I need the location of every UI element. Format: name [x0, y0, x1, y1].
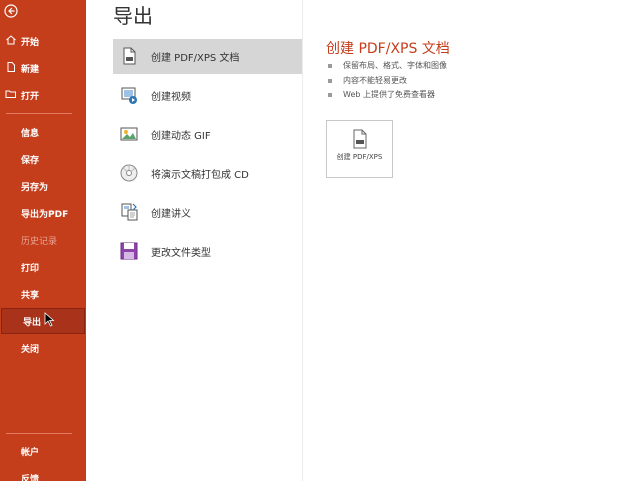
back-arrow-icon: [4, 4, 18, 18]
nav-item-label: 保存: [21, 155, 40, 166]
option-create-handout[interactable]: 创建讲义: [113, 195, 302, 230]
bullet-item: 内容不能轻易更改: [328, 74, 447, 89]
home-icon: [6, 35, 16, 45]
nav-item-open[interactable]: 打开: [0, 82, 86, 108]
pdf-document-icon: [353, 129, 367, 149]
option-label: 将演示文稿打包成 CD: [151, 170, 249, 181]
option-create-gif[interactable]: 创建动态 GIF: [113, 117, 302, 152]
pdf-document-icon: [123, 47, 136, 65]
nav-item-export[interactable]: 导出: [1, 308, 85, 334]
nav-item-export-pdf[interactable]: 导出为PDF: [0, 200, 86, 226]
nav-item-label: 共享: [21, 290, 40, 301]
page-title: 导出: [113, 4, 153, 28]
export-backstage: 开始 新建 打开 信息 保存 另存为 导出为PDF 历史记录 打印 共享 导出 …: [0, 0, 640, 481]
nav-item-label: 开始: [21, 37, 40, 48]
option-package-cd[interactable]: 将演示文稿打包成 CD: [113, 156, 302, 191]
gif-image-icon: [120, 127, 138, 141]
option-create-pdf-xps[interactable]: 创建 PDF/XPS 文档: [113, 39, 302, 74]
nav-item-new[interactable]: 新建: [0, 55, 86, 81]
back-button[interactable]: [2, 2, 20, 20]
option-label: 创建讲义: [151, 209, 191, 220]
bullet-item: Web 上提供了免费查看器: [328, 88, 447, 103]
option-change-file-type[interactable]: 更改文件类型: [113, 234, 302, 269]
nav-item-feedback[interactable]: 反馈: [0, 465, 86, 481]
nav-item-label: 反馈: [21, 474, 40, 481]
nav-item-label: 导出: [23, 317, 42, 328]
nav-item-close[interactable]: 关闭: [0, 335, 86, 361]
option-create-video[interactable]: 创建视频: [113, 78, 302, 113]
detail-bullets: 保留布局、格式、字体和图像 内容不能轻易更改 Web 上提供了免费查看器: [328, 59, 447, 103]
nav-item-label: 帐户: [21, 447, 40, 458]
nav-item-label: 打开: [21, 91, 40, 102]
pane-divider: [302, 0, 303, 481]
nav-item-label: 导出为PDF: [21, 209, 69, 220]
create-pdf-xps-button[interactable]: 创建 PDF/XPS: [326, 120, 393, 178]
nav-item-share[interactable]: 共享: [0, 281, 86, 307]
nav-item-label: 新建: [21, 64, 40, 75]
export-options-list: 创建 PDF/XPS 文档 创建视频 创建动态 GIF 将演示文稿打包成 CD …: [113, 39, 302, 273]
nav-divider: [6, 113, 72, 114]
nav-item-label[interactable]: 打印: [21, 261, 39, 274]
video-icon: [121, 87, 137, 104]
option-label: 创建视频: [151, 92, 191, 103]
cd-disc-icon: [120, 164, 138, 182]
mouse-cursor-icon: [44, 312, 55, 327]
change-type-icon: [120, 242, 138, 260]
nav-item-save[interactable]: 保存: [0, 146, 86, 172]
nav-item-label: 信息: [21, 128, 40, 139]
option-label: 更改文件类型: [151, 248, 211, 259]
nav-divider: [6, 433, 72, 434]
handout-icon: [121, 203, 138, 221]
nav-item-label: 历史记录: [21, 236, 58, 247]
detail-title: 创建 PDF/XPS 文档: [326, 41, 450, 57]
new-file-icon: [7, 62, 15, 72]
nav-item-account[interactable]: 帐户: [0, 438, 86, 464]
nav-item-label: 关闭: [21, 344, 40, 355]
option-label: 创建 PDF/XPS 文档: [151, 53, 240, 64]
nav-item-home[interactable]: 开始: [0, 28, 86, 54]
nav-item-history: 历史记录: [0, 227, 86, 253]
option-label: 创建动态 GIF: [151, 131, 211, 142]
bullet-item: 保留布局、格式、字体和图像: [328, 59, 447, 74]
create-pdf-xps-label: 创建 PDF/XPS: [336, 153, 383, 161]
nav-item-print[interactable]: 打印: [0, 254, 86, 280]
backstage-nav: 开始 新建 打开 信息 保存 另存为 导出为PDF 历史记录 打印 共享 导出 …: [0, 0, 86, 481]
open-folder-icon: [5, 90, 16, 98]
nav-item-label: 另存为: [21, 182, 49, 193]
nav-item-save-as[interactable]: 另存为: [0, 173, 86, 199]
nav-item-info[interactable]: 信息: [0, 119, 86, 145]
